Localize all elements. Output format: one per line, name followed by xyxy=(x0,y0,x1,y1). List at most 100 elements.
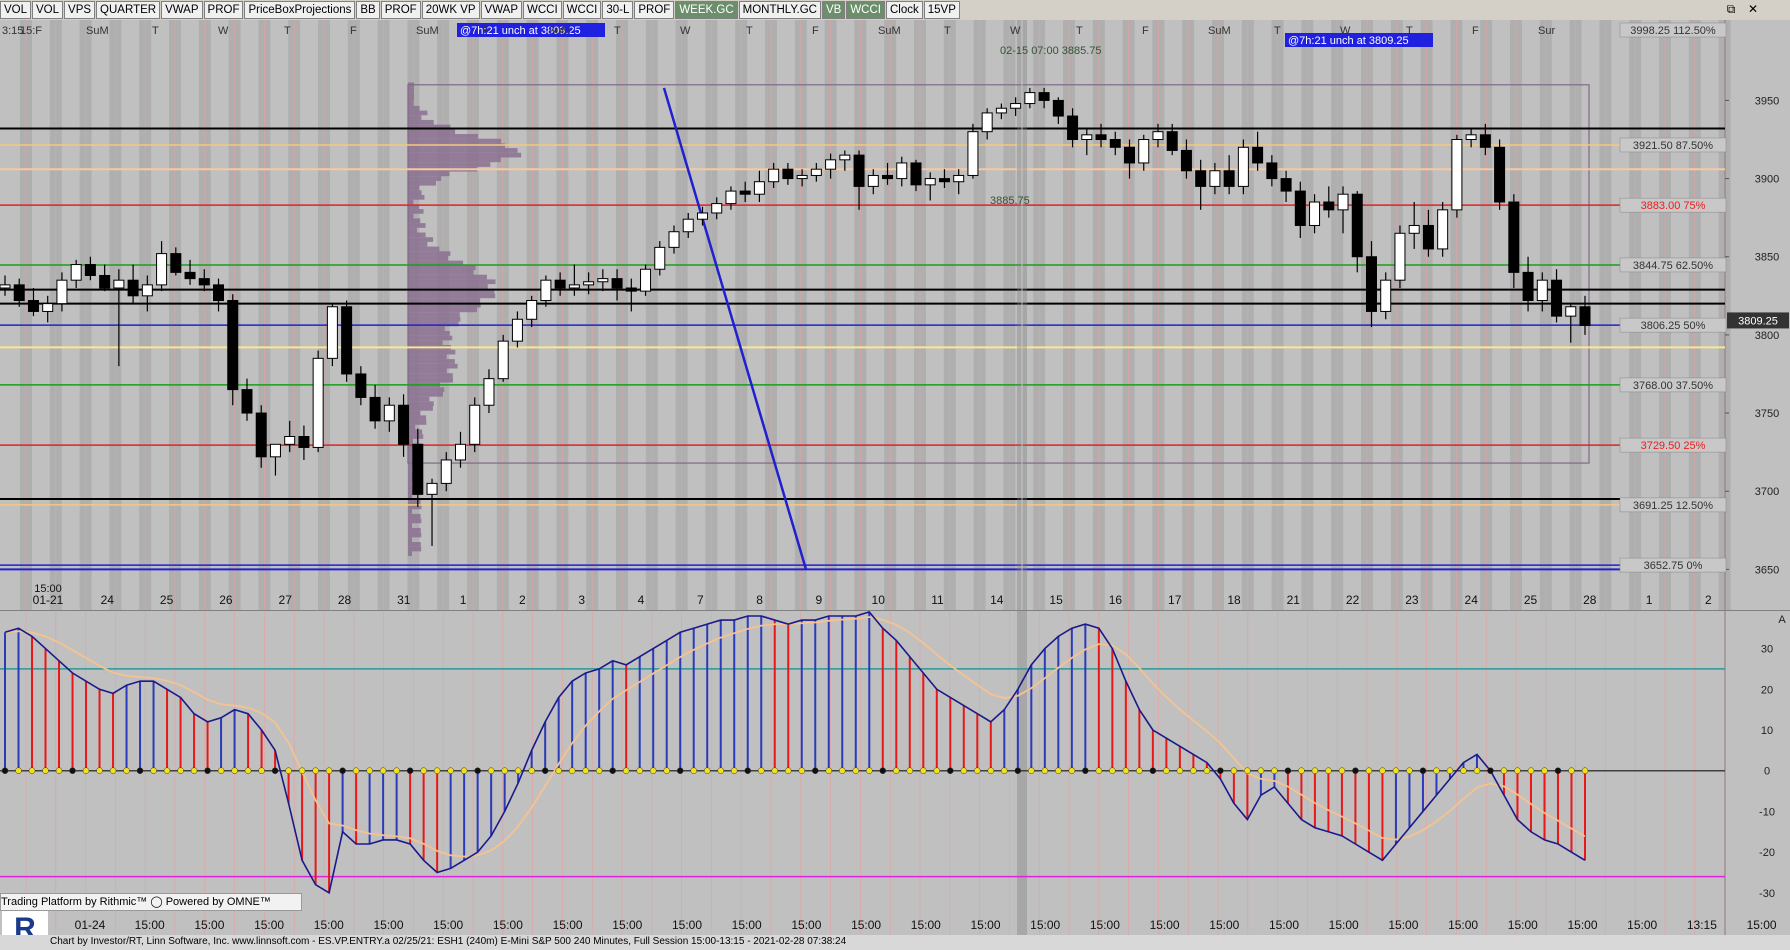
volume-profile-bar xyxy=(408,251,451,256)
candle-body xyxy=(1408,224,1420,234)
candle-body xyxy=(953,174,965,183)
osc-zero-dot xyxy=(1392,767,1400,774)
toolbar-button-wcci[interactable]: WCCI xyxy=(846,1,885,19)
rithmic-banner: Trading Platform by Rithmic™ ◯ Powered b… xyxy=(0,893,302,911)
volume-profile-bar xyxy=(408,227,417,233)
x-date-label: 27 xyxy=(279,593,293,607)
volume-profile-bar xyxy=(408,171,450,177)
restore-icon[interactable]: ⧉ xyxy=(1722,2,1740,17)
osc-x-label: 15:00 xyxy=(1090,918,1120,932)
candle-body xyxy=(654,246,666,270)
annotation-text: 3885.75 xyxy=(990,195,1030,207)
volume-profile-bar xyxy=(408,527,421,533)
day-label: SuM xyxy=(878,25,901,37)
candle-body xyxy=(241,389,253,414)
volume-profile-bar xyxy=(408,424,416,430)
osc-zero-dot xyxy=(1068,767,1076,774)
close-icon[interactable]: ✕ xyxy=(1744,2,1762,17)
candle-body xyxy=(1223,170,1235,187)
volume-profile-bar xyxy=(408,368,447,374)
day-label: T xyxy=(746,25,753,37)
toolbar-button-bb[interactable]: BB xyxy=(356,1,380,19)
toolbar-button-30-l[interactable]: 30-L xyxy=(602,1,634,19)
volume-profile-bar xyxy=(408,279,496,285)
toolbar-button-prof[interactable]: PROF xyxy=(203,1,244,19)
osc-zero-dot xyxy=(636,767,643,774)
candle-body xyxy=(554,279,566,289)
osc-zero-dot xyxy=(123,767,130,774)
toolbar-button-20wk-vp[interactable]: 20WK VP xyxy=(421,1,480,19)
volume-profile-bar xyxy=(408,410,421,416)
toolbar-button-wcci[interactable]: WCCI xyxy=(523,1,562,19)
osc-zero-dot xyxy=(1217,767,1224,774)
current-price-label: 3809.25 xyxy=(1738,315,1778,327)
x-date-label: 18 xyxy=(1227,593,1241,607)
toolbar-button-quarter[interactable]: QUARTER xyxy=(96,1,161,19)
osc-zero-dot xyxy=(1203,767,1211,774)
volume-profile-bar xyxy=(408,209,424,214)
candle-body xyxy=(1565,306,1577,317)
toolbar-button-wcci[interactable]: WCCI xyxy=(562,1,602,19)
candle-body xyxy=(42,303,54,312)
day-label: W xyxy=(1340,25,1351,37)
osc-zero-dot xyxy=(1487,767,1494,774)
toolbar-button-vps[interactable]: VPS xyxy=(64,1,96,19)
toolbar-button-vb[interactable]: VB xyxy=(821,1,846,19)
volume-profile-bar xyxy=(408,293,496,299)
osc-zero-dot xyxy=(541,767,549,774)
osc-zero-dot xyxy=(258,767,265,774)
osc-zero-dot xyxy=(1190,767,1197,774)
toolbar-button-week-gc[interactable]: WEEK.GC xyxy=(675,1,738,19)
price-chart[interactable]: 3650 3700 3750 3800 3850 3900 3950 3998.25 112.… xyxy=(0,20,1790,610)
candle-body xyxy=(825,159,837,170)
toolbar-button-vwap[interactable]: VWAP xyxy=(161,1,203,19)
volume-profile-bar xyxy=(408,255,449,261)
volume-profile-bar xyxy=(408,152,522,158)
osc-x-label: 15:00 xyxy=(1388,918,1418,932)
osc-zero-dot xyxy=(217,767,225,774)
candle-body xyxy=(1508,201,1520,273)
volume-profile-bar xyxy=(408,162,491,167)
candle-body xyxy=(70,264,82,281)
osc-zero-dot xyxy=(1122,767,1130,774)
osc-corner-label: A xyxy=(1778,614,1786,626)
toolbar-button-clock[interactable]: Clock xyxy=(886,1,923,19)
candle-body xyxy=(56,279,68,305)
volume-profile-bar xyxy=(408,513,421,519)
osc-x-label: 15:00 xyxy=(194,918,224,932)
toolbar-button-prof[interactable]: PROF xyxy=(380,1,421,19)
candle-body xyxy=(1536,279,1548,302)
osc-zero-dot xyxy=(555,767,562,774)
toolbar-button-prof[interactable]: PROF xyxy=(634,1,675,19)
candle-body xyxy=(668,231,680,248)
toolbar-button-monthly-gc[interactable]: MONTHLY.GC xyxy=(738,1,821,19)
x-date-label: 9 xyxy=(816,593,823,607)
osc-x-label: 15:00 xyxy=(732,918,762,932)
osc-zero-dot xyxy=(1473,767,1481,774)
candle-body xyxy=(625,287,637,292)
toolbar-button-vol[interactable]: VOL xyxy=(0,1,32,19)
toolbar-button-15vp[interactable]: 15VP xyxy=(923,1,960,19)
toolbar-button-vwap[interactable]: VWAP xyxy=(480,1,522,19)
toolbar-button-priceboxprojections[interactable]: PriceBoxProjections xyxy=(244,1,356,19)
x-date-label: 24 xyxy=(101,593,115,607)
candle-body xyxy=(483,378,495,406)
x-date-label: 17 xyxy=(1168,593,1182,607)
candle-body xyxy=(853,154,865,187)
candle-body xyxy=(753,181,765,195)
candle-body xyxy=(938,178,950,183)
candle-body xyxy=(1494,146,1506,203)
osc-x-label: 15:00 xyxy=(672,918,702,932)
y-tick-label: 3650 xyxy=(1755,564,1779,576)
osc-x-label: 15:00 xyxy=(254,918,284,932)
day-label: F xyxy=(350,25,357,37)
osc-zero-dot xyxy=(177,767,184,774)
day-label: W xyxy=(680,25,691,37)
osc-x-label: 15:00 xyxy=(1329,918,1359,932)
osc-zero-dot xyxy=(420,767,427,774)
volume-profile-bar xyxy=(408,96,414,102)
oscillator-chart[interactable]: -30 -20 -10 0 10 20 30 A 01-24 15:00 15:00 15:00 15:… xyxy=(0,611,1790,935)
toolbar-button-vol[interactable]: VOL xyxy=(32,1,64,19)
x-date-label: 23 xyxy=(1405,593,1419,607)
x-date-label: 8 xyxy=(756,593,763,607)
